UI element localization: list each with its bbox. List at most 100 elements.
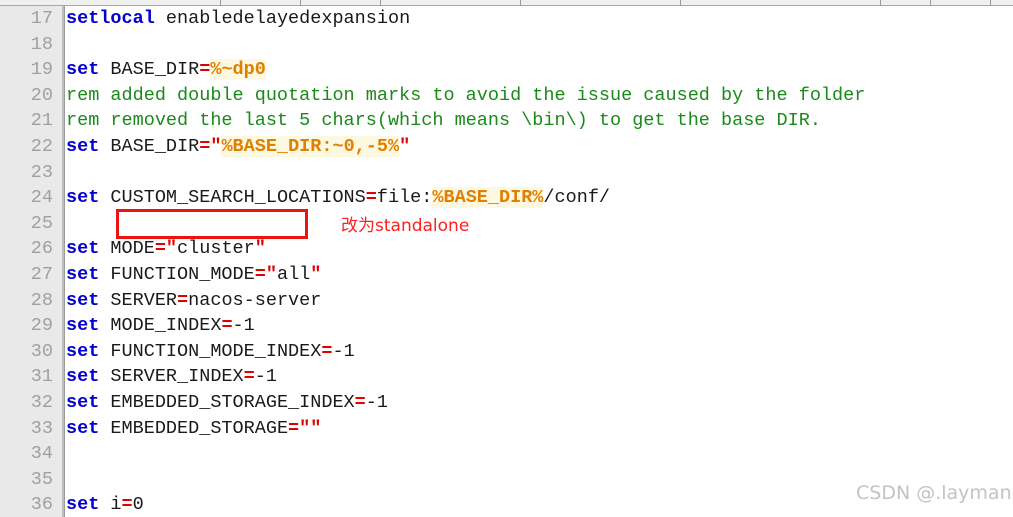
code-editor[interactable]: 17 18 19 20 21 22 23 24 25 26 27 28 29 30 31 32 33 34 35 36…: [0, 0, 1013, 517]
code-token: all: [276, 263, 311, 285]
code-line[interactable]: [66, 160, 1013, 186]
code-token: =": [199, 135, 222, 157]
line-number: 33: [30, 417, 53, 439]
code-token: SERVER_INDEX: [99, 366, 244, 388]
code-token: cluster: [177, 238, 255, 260]
code-token: =: [365, 187, 377, 209]
csdn-watermark: CSDN @.layman: [856, 482, 1012, 504]
code-token: set: [66, 135, 100, 157]
code-line[interactable]: set FUNCTION_MODE_INDEX=-1: [66, 339, 1013, 365]
line-number: 17: [30, 8, 53, 29]
code-line[interactable]: set CUSTOM_SEARCH_LOCATIONS=file:%BASE_D…: [66, 185, 1013, 211]
annotation-text: 改为standalone: [341, 216, 470, 236]
code-token: BASE_DIR: [99, 135, 200, 157]
code-token: %~dp0: [210, 59, 266, 81]
code-line[interactable]: set EMBEDDED_STORAGE="": [66, 416, 1013, 442]
code-token: set: [66, 417, 100, 439]
line-number: 24: [30, 187, 53, 209]
code-line[interactable]: [66, 441, 1013, 467]
code-line[interactable]: set BASE_DIR="%BASE_DIR:~0,-5%": [66, 134, 1013, 160]
code-token: =: [243, 366, 255, 388]
line-number: 34: [30, 443, 53, 465]
code-token: ": [399, 135, 411, 157]
code-token: rem added double quotation marks to avoi…: [66, 84, 866, 106]
code-token: -1: [332, 340, 355, 362]
line-number: 23: [30, 161, 53, 183]
code-token: %BASE_DIR%: [432, 187, 544, 209]
code-token: nacos-server: [188, 289, 322, 311]
line-number: 35: [30, 468, 53, 490]
line-number: 32: [30, 391, 53, 413]
code-line[interactable]: set EMBEDDED_STORAGE_INDEX=-1: [66, 390, 1013, 416]
code-token: EMBEDDED_STORAGE: [99, 417, 289, 439]
line-number: 30: [30, 340, 53, 362]
code-token: BASE_DIR: [99, 59, 200, 81]
code-token: =": [254, 263, 277, 285]
code-token: =: [199, 59, 211, 81]
code-token: set: [66, 187, 100, 209]
code-token: MODE_INDEX: [99, 315, 222, 337]
code-token: CUSTOM_SEARCH_LOCATIONS: [99, 187, 366, 209]
code-line[interactable]: rem added double quotation marks to avoi…: [66, 83, 1013, 109]
code-token: set: [66, 340, 100, 362]
code-token: rem removed the last 5 chars(which means…: [66, 110, 821, 132]
code-token: set: [66, 263, 100, 285]
code-token: =": [154, 238, 178, 260]
line-number: 22: [30, 135, 53, 157]
line-number: 28: [30, 289, 53, 311]
code-token: set: [66, 315, 100, 337]
line-number: 31: [30, 366, 53, 388]
code-content-area[interactable]: setlocal enabledelayedexpansion set BASE…: [66, 6, 1013, 517]
code-token: SERVER: [99, 289, 178, 311]
line-number: 18: [30, 33, 53, 55]
code-line[interactable]: [66, 32, 1013, 58]
code-line[interactable]: set FUNCTION_MODE="all": [66, 262, 1013, 288]
code-token: set: [66, 59, 100, 81]
code-token: enabledelayedexpansion: [154, 8, 411, 29]
code-token: file:: [376, 187, 433, 209]
line-number: 25: [30, 212, 53, 234]
code-token: =: [321, 340, 333, 362]
code-token: -1: [232, 315, 255, 337]
code-token: /conf/: [543, 187, 611, 209]
line-number: 21: [30, 110, 53, 132]
code-token: set: [66, 366, 100, 388]
code-token: FUNCTION_MODE: [99, 263, 255, 285]
line-number: 26: [30, 238, 53, 260]
code-token: -1: [254, 366, 277, 388]
code-token: FUNCTION_MODE_INDEX: [99, 340, 322, 362]
code-token: =: [121, 494, 133, 516]
gutter-divider: [62, 6, 65, 517]
code-line[interactable]: [66, 211, 1013, 237]
code-token: ": [310, 263, 322, 285]
code-token: set: [66, 391, 100, 413]
code-line[interactable]: set BASE_DIR=%~dp0: [66, 57, 1013, 83]
line-number: 36: [30, 494, 53, 516]
code-token: =: [354, 391, 366, 413]
code-line[interactable]: set MODE_INDEX=-1: [66, 313, 1013, 339]
line-number: 19: [30, 59, 53, 81]
code-line[interactable]: setlocal enabledelayedexpansion: [66, 6, 1013, 32]
code-token: MODE: [99, 238, 155, 260]
code-line[interactable]: set MODE="cluster": [66, 236, 1013, 262]
code-token: set: [66, 494, 100, 516]
line-number: 27: [30, 263, 53, 285]
code-line[interactable]: set SERVER_INDEX=-1: [66, 364, 1013, 390]
code-token: i: [99, 494, 122, 516]
code-token: =: [221, 315, 233, 337]
line-number: 20: [30, 84, 53, 106]
code-token: setlocal: [66, 8, 155, 29]
code-token: set: [66, 238, 100, 260]
code-line[interactable]: set SERVER=nacos-server: [66, 288, 1013, 314]
code-token: set: [66, 289, 100, 311]
code-token: =: [177, 289, 189, 311]
code-token: ="": [288, 417, 322, 439]
code-token: ": [254, 238, 266, 260]
code-token: -1: [365, 391, 388, 413]
line-number: 29: [30, 315, 53, 337]
code-token: EMBEDDED_STORAGE_INDEX: [99, 391, 355, 413]
code-token: %BASE_DIR:~0,-5%: [221, 135, 400, 157]
code-token: 0: [132, 494, 144, 516]
line-number-gutter: 17 18 19 20 21 22 23 24 25 26 27 28 29 30 31 32 33 34 35 36…: [0, 6, 62, 517]
code-line[interactable]: rem removed the last 5 chars(which means…: [66, 108, 1013, 134]
